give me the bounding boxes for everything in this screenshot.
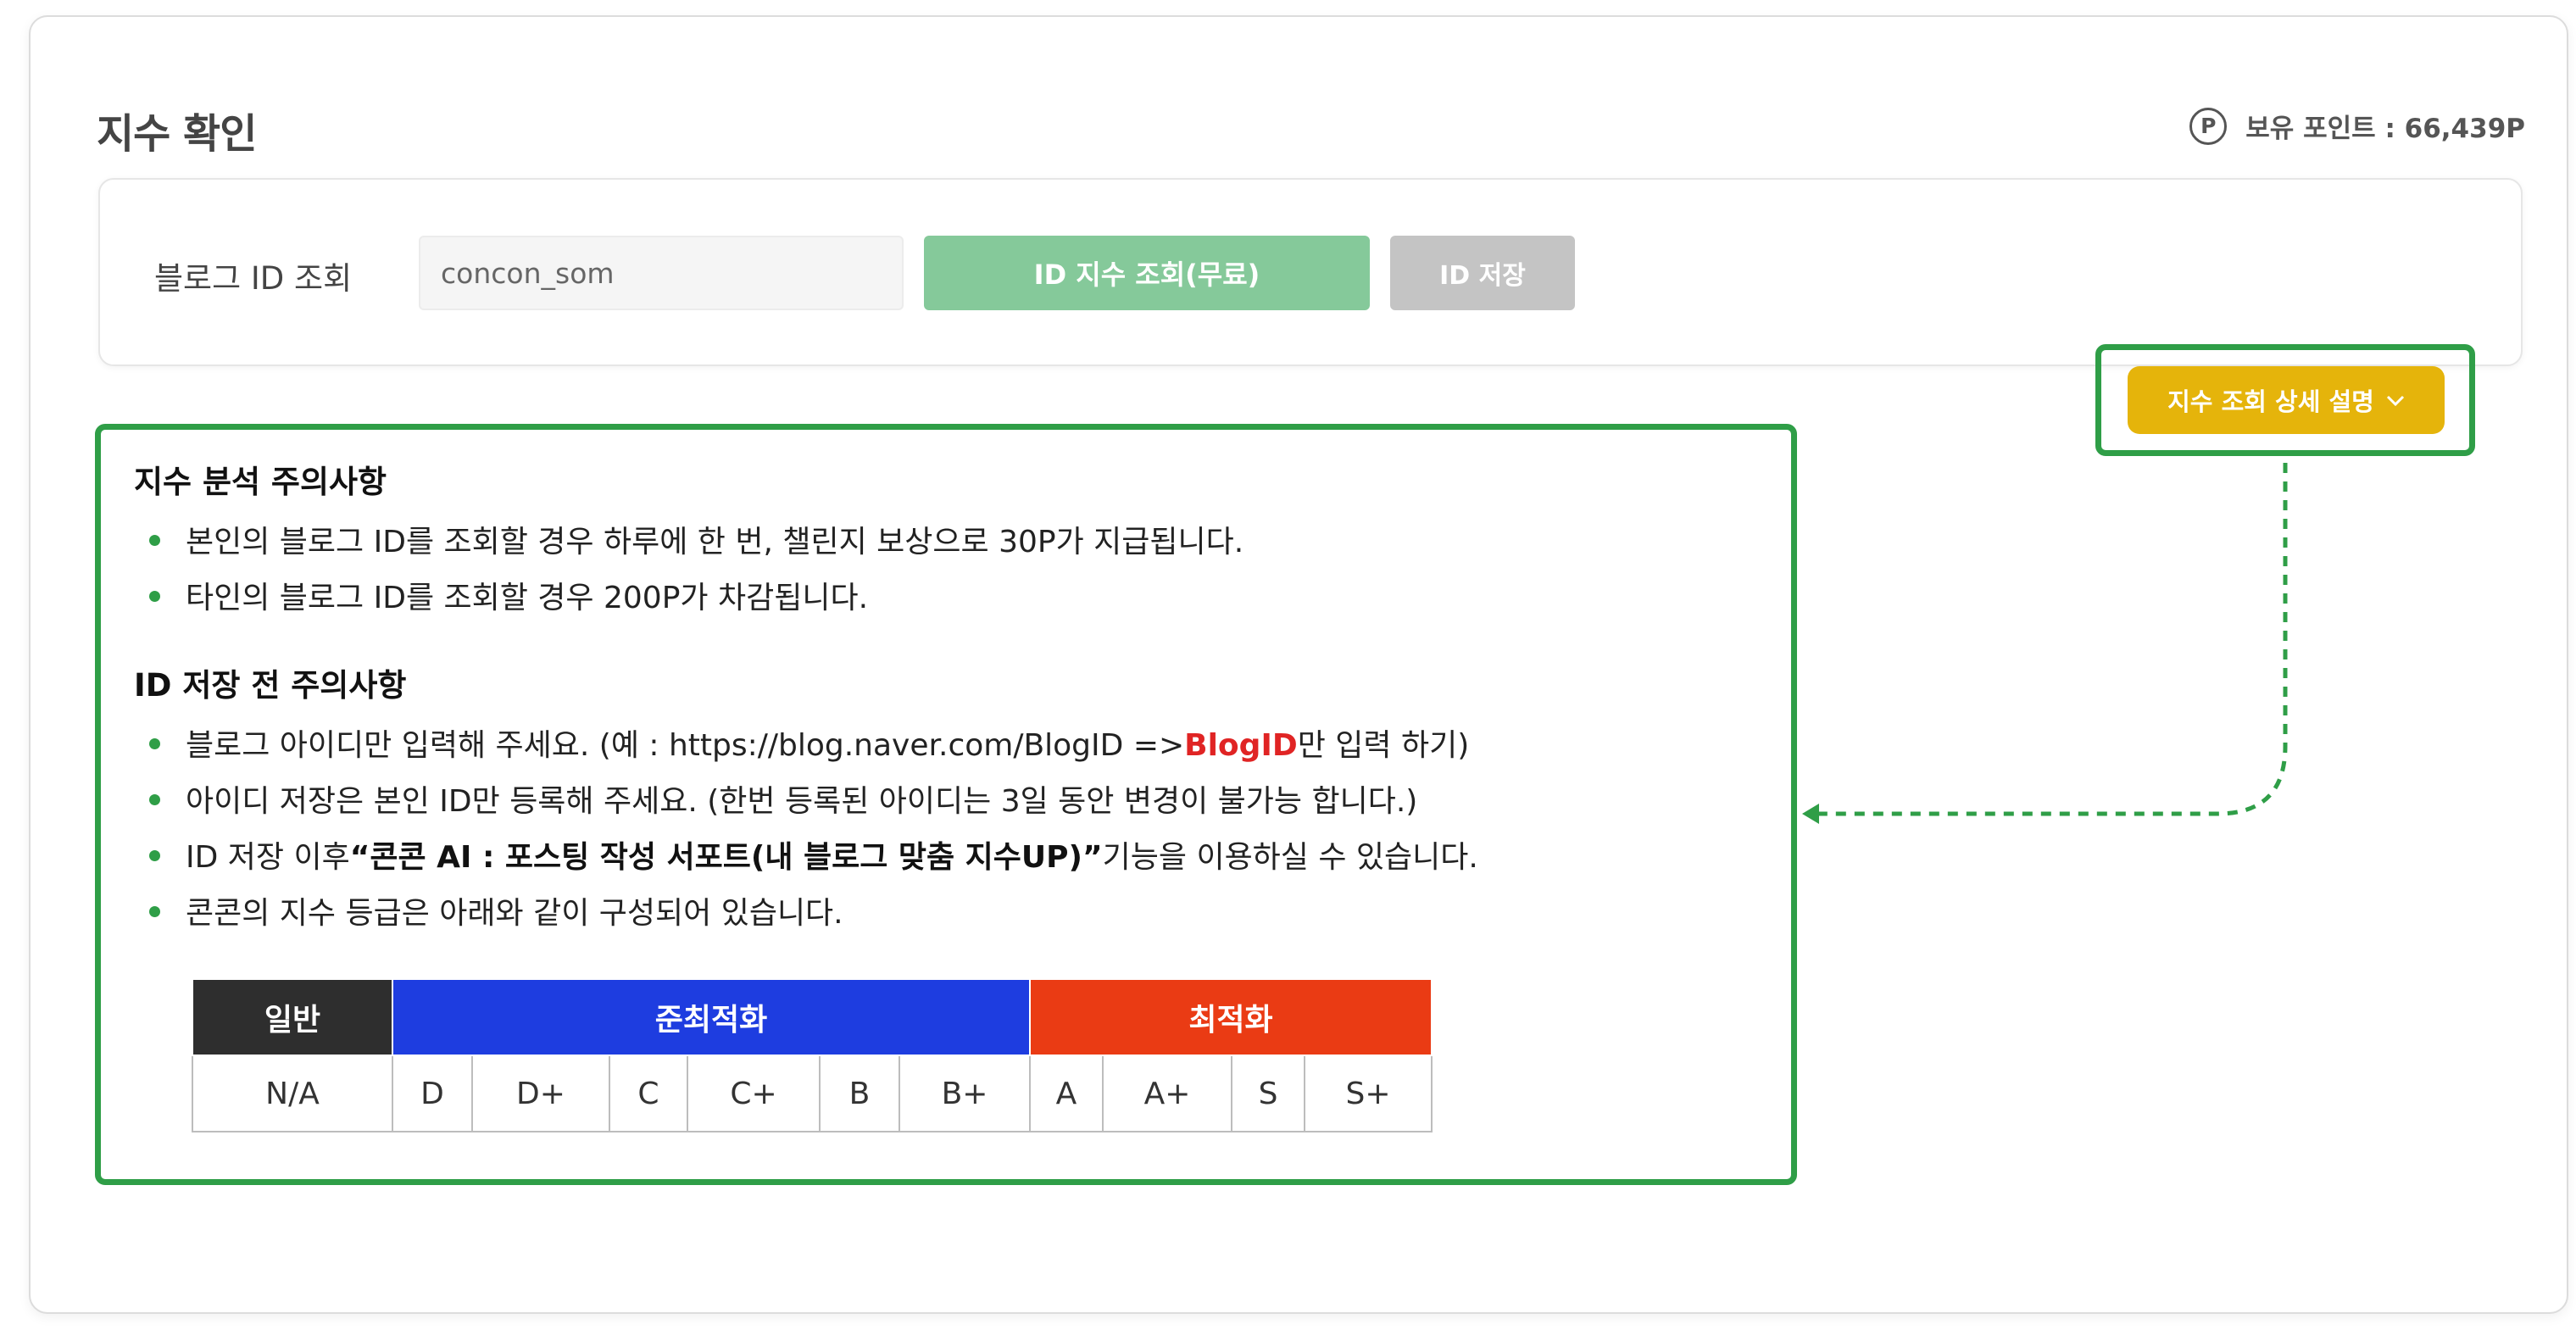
grade-row: N/A D D+ C C+ B B+ A A+ S S+ (192, 1055, 1433, 1132)
grade-header-semi-optimized: 준최적화 (392, 978, 1031, 1056)
bullet-dot (149, 534, 160, 546)
bullet-dot (149, 849, 160, 861)
grade-cell: C (609, 1055, 688, 1132)
grade-cell: A+ (1102, 1055, 1232, 1132)
grade-cell: D (392, 1055, 473, 1132)
grade-cell: A (1029, 1055, 1104, 1132)
save-notice-title: ID 저장 전 주의사항 (134, 667, 407, 704)
analysis-notice-title: 지수 분석 주의사항 (134, 464, 387, 500)
grade-cell: D+ (471, 1055, 610, 1132)
grade-cell: S (1231, 1055, 1305, 1132)
grade-cell: B+ (899, 1055, 1031, 1132)
list-item: 본인의 블로그 ID를 조회할 경우 하루에 한 번, 챌린지 보상으로 30P… (149, 517, 1243, 561)
point-icon: P (2189, 107, 2228, 145)
grade-header-general: 일반 (192, 978, 393, 1056)
points-display: P 보유 포인트 : 66,439P (2189, 107, 2525, 145)
feature-name: “콘콘 AI : 포스팅 작성 서포트(내 블로그 맞춤 지수UP)” (349, 840, 1103, 875)
bullet-dot (149, 590, 160, 602)
list-item: 블로그 아이디만 입력해 주세요. (예 : https://blog.nave… (149, 721, 1469, 765)
points-label: 보유 포인트 : 66,439P (2245, 114, 2525, 144)
grade-cell: S+ (1304, 1055, 1433, 1132)
grade-cell: C+ (687, 1055, 821, 1132)
list-item: 타인의 블로그 ID를 조회할 경우 200P가 차감됩니다. (149, 573, 868, 617)
list-item: 아이디 저장은 본인 ID만 등록해 주세요. (한번 등록된 아이디는 3일 … (149, 776, 1417, 821)
search-label: 블로그 ID 조회 (154, 260, 353, 297)
id-lookup-button[interactable]: ID 지수 조회(무료) (924, 236, 1370, 310)
grade-header-row: 일반 준최적화 최적화 (192, 978, 1433, 1056)
grade-header-optimized: 최적화 (1029, 978, 1433, 1056)
detail-explanation-button[interactable]: 지수 조회 상세 설명 (2128, 366, 2445, 434)
page-title: 지수 확인 (97, 110, 257, 158)
bullet-dot (149, 793, 160, 805)
list-item: ID 저장 이후“콘콘 AI : 포스팅 작성 서포트(내 블로그 맞춤 지수U… (149, 832, 1478, 876)
id-save-button[interactable]: ID 저장 (1390, 236, 1575, 310)
grade-cell: N/A (192, 1055, 393, 1132)
bullet-dot (149, 737, 160, 749)
detail-button-label: 지수 조회 상세 설명 (2167, 387, 2374, 416)
grade-table: 일반 준최적화 최적화 N/A D D+ C C+ B B+ A A+ S S+ (192, 978, 1433, 1132)
chevron-down-icon (2386, 387, 2405, 413)
blog-id-input[interactable] (419, 236, 904, 310)
bullet-dot (149, 905, 160, 917)
list-item: 콘콘의 지수 등급은 아래와 같이 구성되어 있습니다. (149, 888, 843, 932)
grade-cell: B (819, 1055, 900, 1132)
blog-id-example: BlogID (1184, 728, 1298, 763)
